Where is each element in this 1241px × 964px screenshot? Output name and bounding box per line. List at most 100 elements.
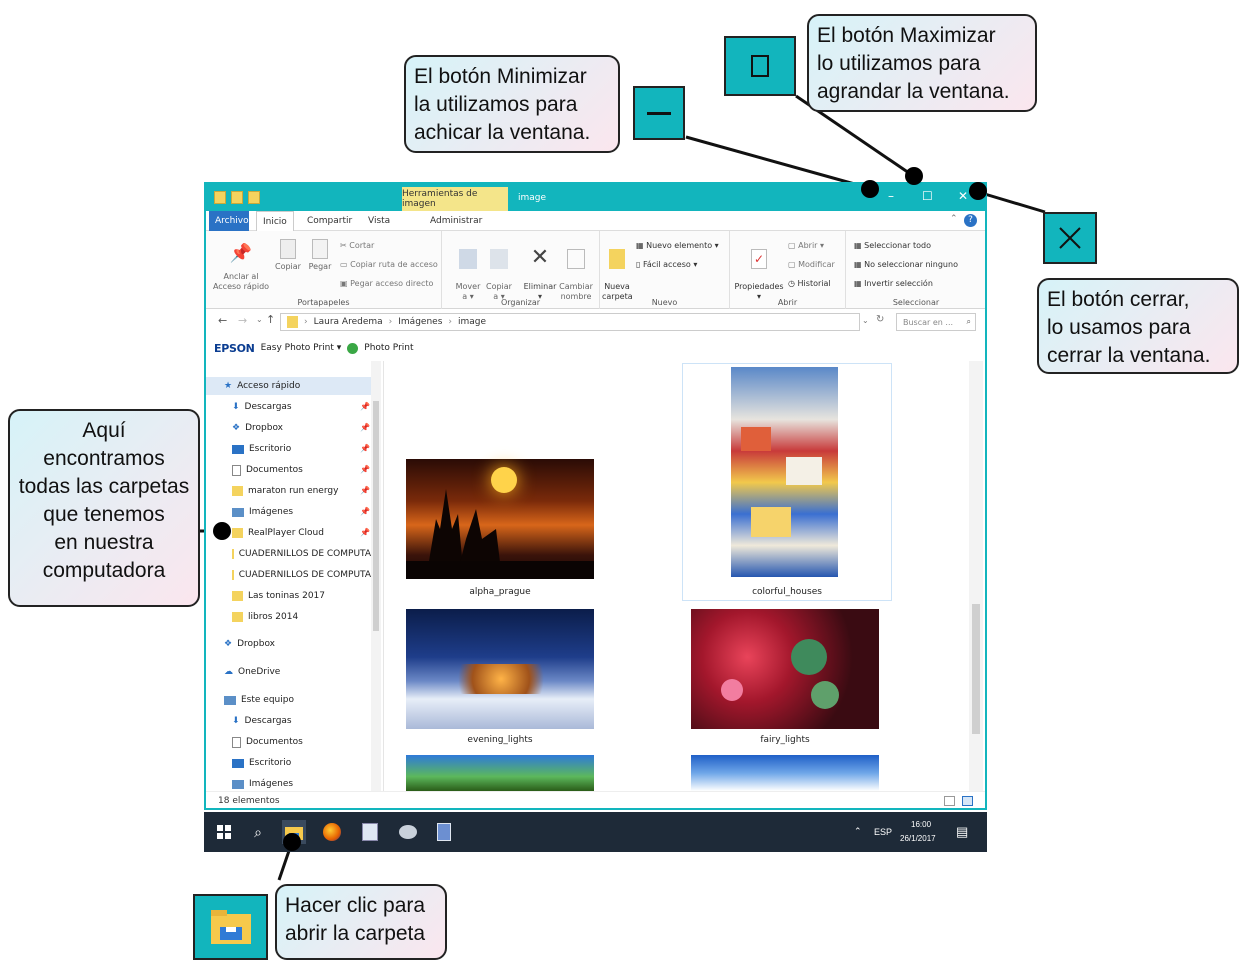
nav-label: Documentos (246, 737, 303, 747)
tab-inicio[interactable]: Inicio (256, 211, 294, 231)
thumbnail-partial[interactable] (406, 755, 594, 791)
file-name-label[interactable]: colorful_houses (682, 587, 892, 597)
tray-chevron-icon[interactable]: ⌃ (854, 826, 862, 837)
thumbnail-fairy-lights[interactable] (691, 609, 879, 729)
content-scrollbar-thumb[interactable] (972, 604, 980, 734)
navigation-pane: ★ Acceso rápido ⬇ Descargas 📌 ❖ Dropbox 📌 E… (206, 361, 384, 791)
nav-item-cuadernillos-2[interactable]: CUADERNILLOS DE COMPUTA (206, 566, 371, 584)
thumbnail-partial[interactable] (691, 755, 879, 791)
window-title: image (518, 193, 547, 203)
copy-button[interactable]: Copiar (274, 239, 302, 272)
photo-print-icon (347, 342, 359, 354)
invert-selection-button[interactable]: ▦ Invertir selección (854, 279, 933, 288)
group-clipboard-label: Portapapeles (297, 298, 350, 307)
media-player-icon[interactable] (396, 820, 420, 844)
copy-to-button[interactable]: Copiar a ▾ (484, 239, 514, 302)
nav-item-cuadernillos-1[interactable]: CUADERNILLOS DE COMPUTA (206, 545, 371, 563)
minimize-button[interactable]: – (888, 189, 894, 203)
notifications-icon[interactable]: ▤ (956, 824, 968, 840)
nav-this-pc[interactable]: Este equipo (206, 691, 294, 709)
back-icon[interactable]: ← (218, 314, 227, 327)
move-to-button[interactable]: Mover a ▾ (454, 239, 482, 302)
tab-vista[interactable]: Vista (362, 211, 396, 231)
recent-locations-icon[interactable]: ⌄ (256, 315, 263, 324)
select-all-button[interactable]: ▦ Seleccionar todo (854, 241, 931, 250)
edit-button[interactable]: ▢ Modificar (788, 260, 835, 269)
close-button[interactable]: ✕ (958, 189, 968, 203)
pin-quick-access-button[interactable]: 📌 Anclar al Acceso rápido (210, 239, 272, 292)
nav-dropbox[interactable]: ❖ Dropbox (206, 635, 275, 653)
tab-compartir[interactable]: Compartir (301, 211, 358, 231)
clock-date[interactable]: 26/1/2017 (900, 834, 936, 843)
computer-icon (224, 695, 236, 705)
forward-icon[interactable]: → (238, 314, 247, 327)
history-button[interactable]: ◷ Historial (788, 279, 831, 288)
photo-print-button[interactable]: Photo Print (364, 343, 413, 353)
document-app-icon[interactable] (358, 820, 382, 844)
nav-onedrive[interactable]: ☁ OneDrive (206, 663, 280, 681)
address-dropdown-icon[interactable]: ⌄ (862, 316, 869, 325)
nav-item-imagenes[interactable]: Imágenes (206, 503, 293, 521)
language-indicator[interactable]: ESP (874, 827, 892, 837)
details-view-icon[interactable] (944, 796, 955, 806)
copy-path-button[interactable]: ▭ Copiar ruta de acceso (340, 260, 438, 269)
rename-button[interactable]: Cambiar nombre (558, 239, 594, 302)
close-callout: El botón cerrar, lo usamos para cerrar l… (1037, 278, 1239, 374)
file-name-label[interactable]: alpha_prague (406, 587, 594, 597)
folder-icon (287, 316, 298, 328)
help-icon[interactable]: ? (964, 214, 977, 227)
file-name-label[interactable]: evening_lights (406, 735, 594, 745)
nav-item-escritorio[interactable]: Escritorio (206, 440, 291, 458)
group-open-label: Abrir (777, 298, 798, 307)
file-name-label[interactable]: fairy_lights (691, 735, 879, 745)
breadcrumb-image[interactable]: image (458, 317, 486, 327)
nav-item-maraton[interactable]: maraton run energy (206, 482, 371, 500)
context-tab-image-tools[interactable]: Herramientas de imagen (402, 187, 508, 211)
delete-button[interactable]: ✕ Eliminar ▾ (522, 237, 558, 302)
new-item-button[interactable]: ▦ Nuevo elemento ▾ (636, 241, 719, 250)
start-button[interactable] (212, 820, 236, 844)
easy-access-button[interactable]: ▯ Fácil acceso ▾ (636, 260, 697, 269)
firefox-icon[interactable] (320, 820, 344, 844)
select-none-button[interactable]: ▦ No seleccionar ninguno (854, 260, 958, 269)
up-icon[interactable]: ↑ (266, 313, 275, 326)
paste-shortcut-button[interactable]: ▣ Pegar acceso directo (340, 279, 433, 288)
collapse-ribbon-icon[interactable]: ⌃ (950, 214, 958, 224)
large-icons-view-icon[interactable] (962, 796, 973, 806)
maximize-button[interactable]: ☐ (922, 189, 933, 203)
breadcrumb-laura[interactable]: Laura Aredema (314, 317, 383, 327)
open-button[interactable]: ▢ Abrir ▾ (788, 241, 824, 250)
breadcrumb-imagenes[interactable]: Imágenes (398, 317, 442, 327)
nav-item-documentos[interactable]: Documentos (206, 461, 303, 479)
quick-access-toolbar[interactable] (214, 191, 260, 204)
nav-label: Imágenes (249, 779, 294, 789)
refresh-icon[interactable]: ↻ (876, 314, 884, 325)
thumbnail-colorful-houses[interactable] (731, 367, 838, 577)
thumbnail-evening-lights[interactable] (406, 609, 594, 729)
nav-item-libros[interactable]: libros 2014 (206, 608, 298, 626)
nav-label: Escritorio (249, 758, 292, 768)
search-input[interactable]: Buscar en ... ⌕ (896, 313, 976, 331)
nav-quick-access[interactable]: ★ Acceso rápido (206, 377, 371, 395)
nav-item-dropbox[interactable]: ❖ Dropbox (206, 419, 283, 437)
properties-button[interactable]: ✓ Propiedades ▾ (734, 239, 784, 302)
nav-scrollbar-thumb[interactable] (373, 401, 379, 631)
easy-photo-print-button[interactable]: Easy Photo Print ▾ (261, 343, 342, 353)
group-new-label: Nuevo (651, 298, 678, 307)
cut-button[interactable]: ✂ Cortar (340, 241, 374, 250)
tab-archivo[interactable]: Archivo (209, 211, 249, 231)
nav-pc-escritorio[interactable]: Escritorio (206, 754, 291, 772)
nav-pc-documentos[interactable]: Documentos (206, 733, 303, 751)
thumbnail-alpha-prague[interactable] (406, 459, 594, 579)
tab-administrar[interactable]: Administrar (424, 211, 488, 231)
nav-item-descargas[interactable]: ⬇ Descargas (206, 398, 292, 416)
app-icon[interactable] (432, 820, 456, 844)
address-bar[interactable]: › Laura Aredema › Imágenes › image (280, 313, 860, 331)
clock-time[interactable]: 16:00 (911, 820, 931, 829)
new-folder-button[interactable]: Nueva carpeta (602, 239, 633, 302)
paste-button[interactable]: Pegar (306, 239, 334, 272)
nav-pc-descargas[interactable]: ⬇ Descargas (206, 712, 292, 730)
select-all-label: Seleccionar todo (864, 241, 931, 250)
nav-item-las-toninas[interactable]: Las toninas 2017 (206, 587, 325, 605)
search-icon[interactable]: ⌕ (246, 820, 270, 844)
